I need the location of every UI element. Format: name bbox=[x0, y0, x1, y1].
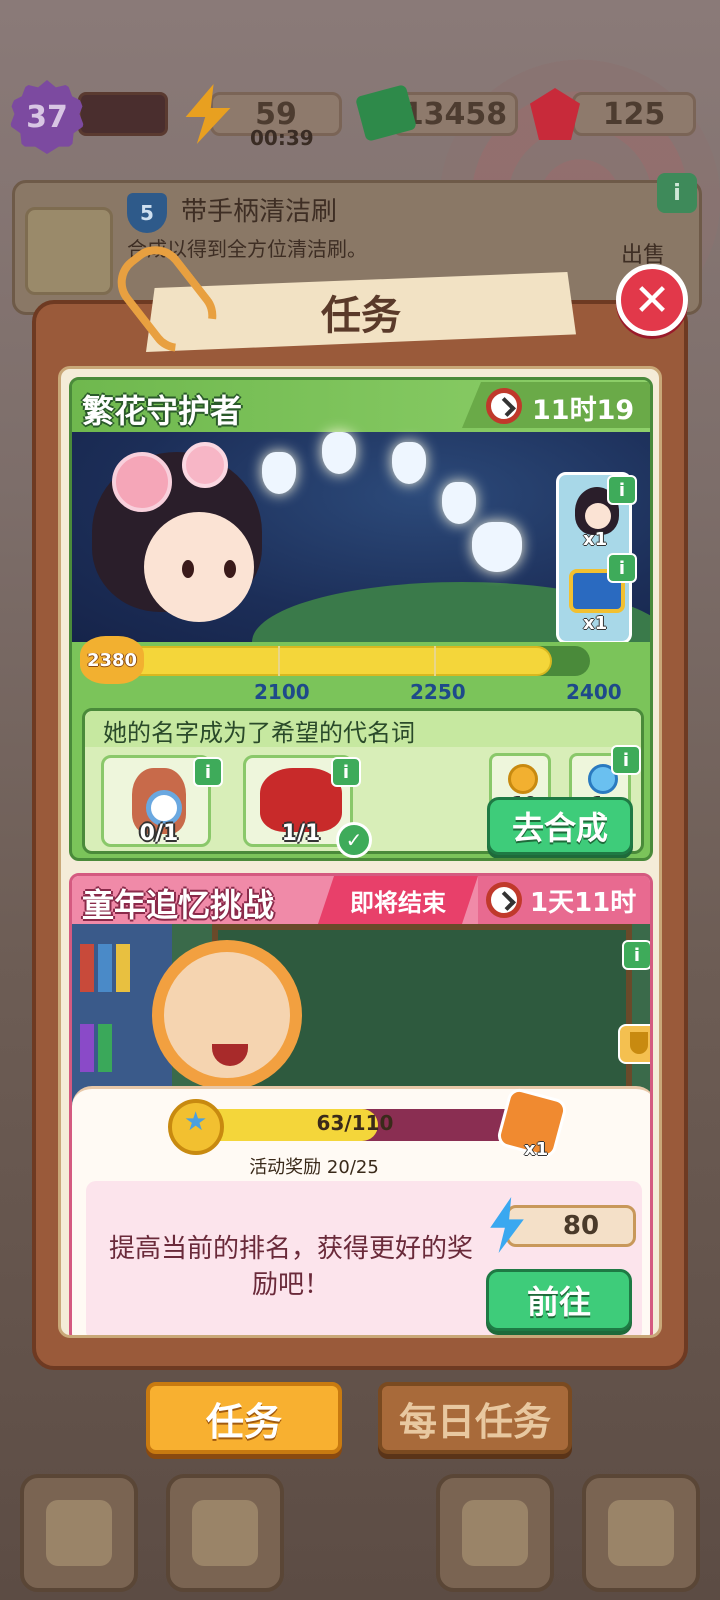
milestone-label: 2400 bbox=[566, 680, 622, 704]
gold-coin-icon bbox=[508, 764, 538, 794]
info-icon[interactable]: i bbox=[193, 757, 223, 787]
tasks-nav-button[interactable] bbox=[582, 1474, 700, 1592]
flower-decoration bbox=[392, 442, 426, 484]
description-box: 提高当前的排名，获得更好的奖励吧！ 80 前往 bbox=[86, 1181, 642, 1335]
points-progress: 2380 2100 2250 2400 bbox=[72, 636, 650, 704]
tasks-list: 繁花守护者 11时19分 bbox=[58, 366, 662, 1338]
backpack-button[interactable] bbox=[166, 1474, 284, 1592]
flower-decoration bbox=[322, 432, 356, 474]
tasks-modal: 繁花守护者 11时19分 bbox=[32, 234, 688, 1370]
book-decoration bbox=[98, 1024, 112, 1072]
task-card-header: 繁花守护者 11时19分 bbox=[72, 380, 650, 432]
task-timer: 11时19分 bbox=[462, 382, 650, 428]
cash-value: 13458 bbox=[402, 96, 508, 132]
gem-value: 125 bbox=[602, 96, 666, 132]
points-value: 2380 bbox=[86, 649, 138, 671]
gem-counter[interactable]: 125 bbox=[572, 92, 696, 136]
level-shield-icon: 5 bbox=[127, 193, 167, 233]
quest-title: 她的名字成为了希望的代名词 bbox=[103, 719, 415, 747]
tab-tasks[interactable]: 任务 bbox=[146, 1382, 342, 1454]
info-icon[interactable]: i bbox=[622, 940, 650, 970]
progress-fill bbox=[112, 646, 552, 676]
event-progress-text: 63/110 bbox=[316, 1111, 394, 1135]
energy-cost: 80 bbox=[506, 1205, 636, 1247]
quest-header: 她的名字成为了希望的代名词 bbox=[85, 711, 641, 747]
arrow-left-icon bbox=[46, 1500, 112, 1566]
reward-count: x1 bbox=[583, 529, 608, 550]
character-face bbox=[144, 512, 254, 622]
task-artwork: i x1 i x1 bbox=[72, 432, 650, 702]
final-reward-column: i x1 i x1 bbox=[556, 472, 637, 644]
event-reward-label: 活动奖励 20/25 bbox=[249, 1157, 379, 1178]
heroine-character bbox=[82, 442, 282, 642]
reward-chest[interactable]: i x1 bbox=[563, 553, 637, 634]
modal-title: 任务 bbox=[321, 293, 401, 339]
info-icon[interactable]: i bbox=[611, 745, 641, 775]
clock-icon bbox=[486, 882, 522, 918]
tab-daily-tasks[interactable]: 每日任务 bbox=[378, 1382, 572, 1454]
ending-tag-label: 即将结束 bbox=[350, 888, 446, 917]
level-value: 37 bbox=[26, 99, 68, 135]
character-eye bbox=[224, 560, 236, 578]
tab-label: 每日任务 bbox=[398, 1399, 551, 1444]
book-decoration bbox=[80, 944, 94, 992]
event-panel: 63/110 x1 活动奖励 20/25 提高当前的排名，获得更好的奖励吧！ 8… bbox=[72, 1086, 650, 1335]
info-level: 5 bbox=[140, 201, 154, 225]
trophy-icon[interactable] bbox=[618, 1024, 650, 1064]
close-button[interactable]: ✕ bbox=[616, 264, 688, 336]
go-button[interactable]: 前往 bbox=[486, 1269, 632, 1331]
info-icon[interactable]: i bbox=[657, 173, 697, 213]
info-title: 带手柄清洁刷 bbox=[181, 197, 338, 227]
brush-thumbnail bbox=[25, 207, 113, 295]
basket-icon bbox=[462, 1500, 528, 1566]
book-decoration bbox=[98, 944, 112, 992]
level-progress-bar bbox=[78, 92, 168, 136]
task-title: 童年追忆挑战 bbox=[82, 886, 275, 924]
task-title: 繁花守护者 bbox=[82, 392, 243, 430]
go-merge-button[interactable]: 去合成 bbox=[487, 797, 633, 855]
item-count: 0/1 bbox=[139, 821, 179, 846]
close-icon: ✕ bbox=[633, 274, 671, 326]
go-merge-label: 去合成 bbox=[511, 809, 608, 847]
energy-timer: 00:39 bbox=[250, 126, 314, 150]
blossom-decoration bbox=[182, 442, 228, 488]
info-icon[interactable]: i bbox=[331, 757, 361, 787]
character-eye bbox=[182, 560, 194, 578]
clipboard-star-icon bbox=[608, 1500, 674, 1566]
progress-tick bbox=[278, 646, 280, 676]
reward-character[interactable]: i x1 bbox=[563, 475, 637, 551]
top-status-bar: 37 59 00:39 13458 125 bbox=[0, 80, 720, 154]
quest-box: 她的名字成为了希望的代名词 0/1 i 1/1 ✓ i x10 bbox=[82, 708, 644, 858]
info-icon[interactable]: i bbox=[607, 475, 637, 505]
star-medal-icon bbox=[168, 1099, 224, 1155]
clock-icon bbox=[486, 388, 522, 424]
timer-text: 1天11时 bbox=[530, 888, 637, 918]
points-badge: 2380 bbox=[80, 636, 144, 684]
book-decoration bbox=[116, 944, 130, 992]
ending-soon-tag: 即将结束 bbox=[318, 876, 478, 924]
task-timer: 1天11时 bbox=[478, 876, 650, 924]
go-label: 前往 bbox=[526, 1283, 591, 1321]
back-button[interactable] bbox=[20, 1474, 138, 1592]
backpack-icon bbox=[192, 1500, 258, 1566]
blossom-decoration bbox=[112, 452, 172, 512]
flower-decoration bbox=[442, 482, 476, 524]
task-card-childhood-challenge: 童年追忆挑战 即将结束 1天11时 i 63/110 ★ x1 活动奖励 20/… bbox=[69, 873, 653, 1335]
book-decoration bbox=[80, 1024, 94, 1072]
flower-decoration bbox=[472, 522, 522, 572]
info-icon[interactable]: i bbox=[607, 553, 637, 583]
shop-button[interactable] bbox=[436, 1474, 554, 1592]
progress-tick bbox=[434, 646, 436, 676]
checkmark-icon: ✓ bbox=[336, 822, 372, 858]
energy-cost-value: 80 bbox=[562, 1211, 600, 1241]
tab-label: 任务 bbox=[205, 1399, 282, 1444]
milestone-label: 2250 bbox=[410, 680, 466, 704]
kid-character bbox=[152, 940, 302, 1090]
milestone-label: 2100 bbox=[254, 680, 310, 704]
level-badge[interactable]: 37 bbox=[10, 80, 84, 154]
reward-count: x1 bbox=[583, 613, 608, 634]
task-card-flower-guardian: 繁花守护者 11时19分 bbox=[69, 377, 653, 861]
description-text: 提高当前的排名，获得更好的奖励吧！ bbox=[108, 1234, 473, 1300]
